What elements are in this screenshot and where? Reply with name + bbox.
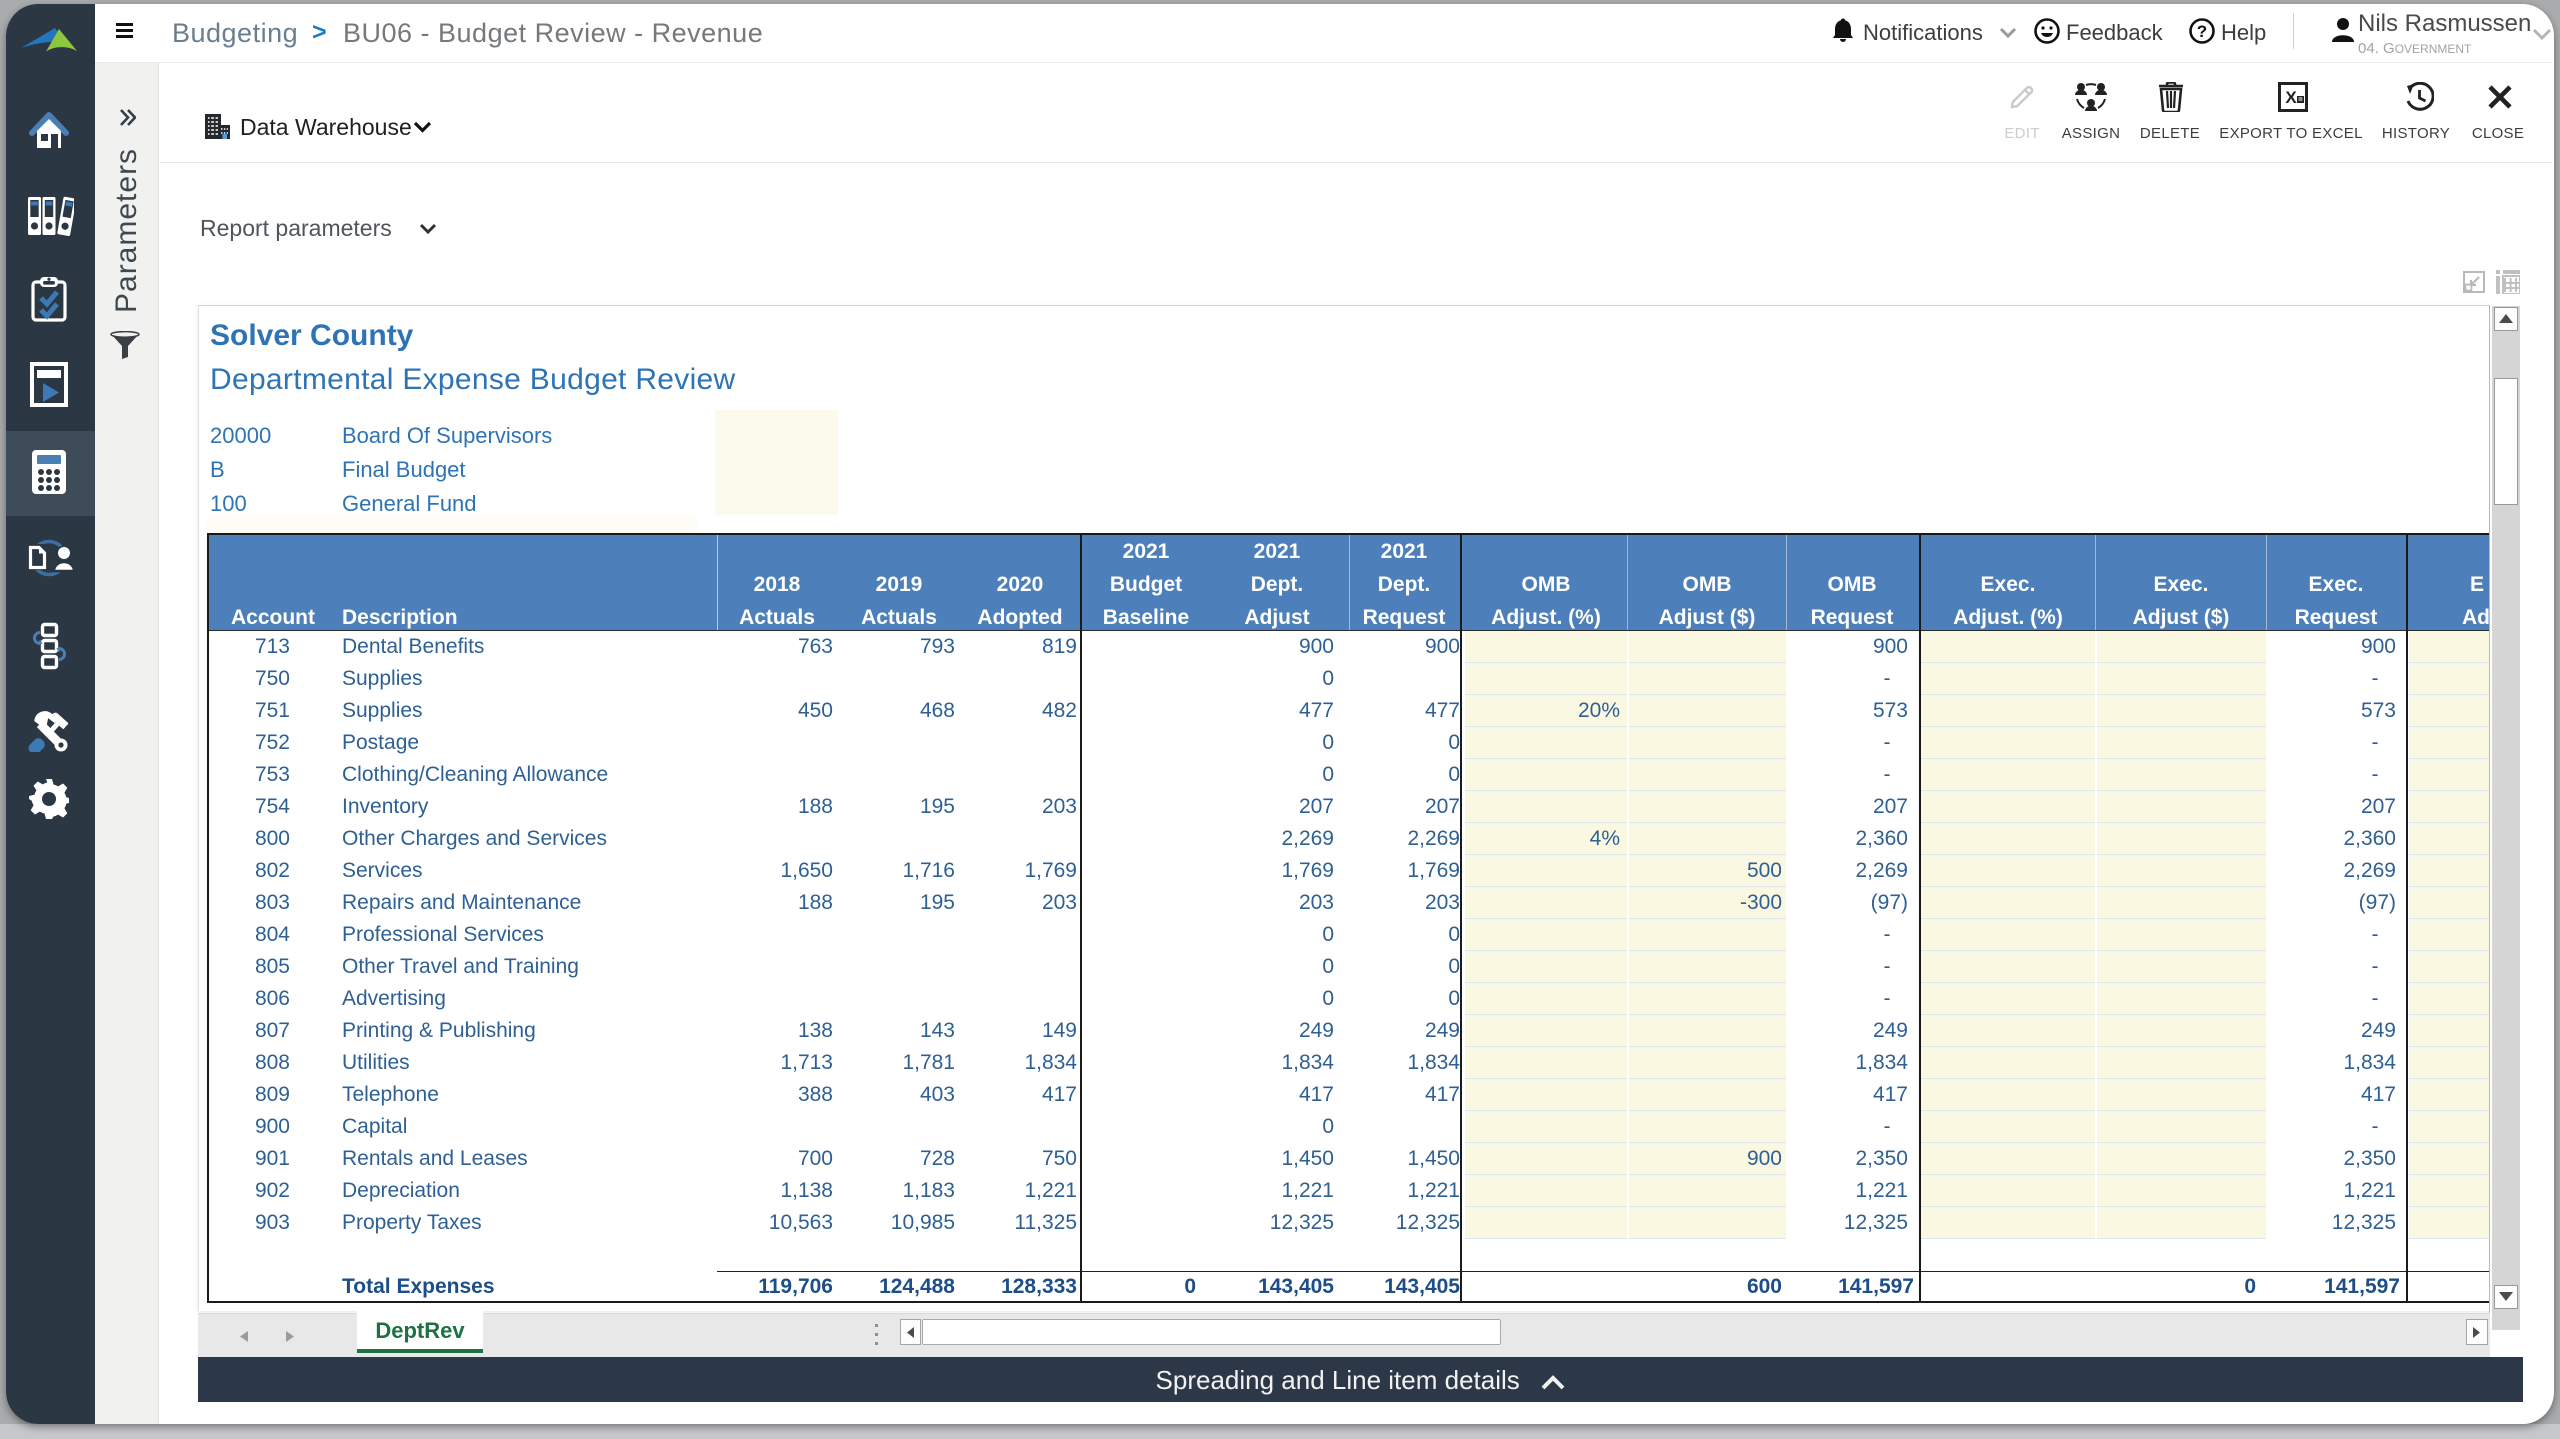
- svg-text:X: X: [2285, 88, 2297, 107]
- svg-text:?: ?: [2197, 22, 2207, 41]
